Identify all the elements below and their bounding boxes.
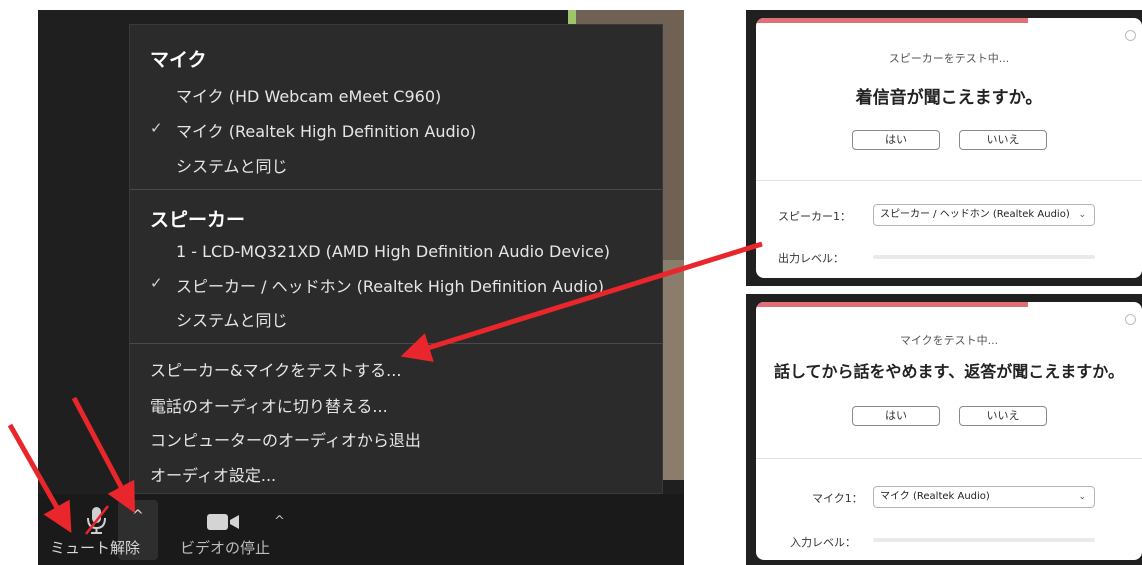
arrow-to-test-item — [400, 241, 763, 362]
arrow-to-audio-chevron — [71, 396, 136, 514]
arrow-to-mute-button — [7, 423, 72, 534]
annotation-arrows — [7, 241, 763, 534]
